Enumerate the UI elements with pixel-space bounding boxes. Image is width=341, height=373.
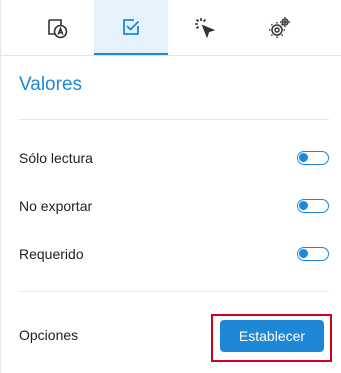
tab-checkbox[interactable]: [94, 0, 168, 55]
checkbox-icon: [123, 18, 140, 35]
tab-settings[interactable]: [242, 0, 316, 55]
readonly-label: Sólo lectura: [19, 150, 93, 166]
panel-tab-bar: [1, 0, 341, 56]
set-options-button[interactable]: Establecer: [220, 320, 324, 352]
toggle-knob: [299, 201, 308, 210]
divider: [19, 119, 329, 120]
divider: [19, 291, 329, 292]
required-label: Requerido: [19, 246, 84, 262]
text-field-icon: [48, 18, 68, 38]
toggle-knob: [299, 249, 308, 258]
readonly-toggle[interactable]: [297, 151, 329, 165]
no-export-label: No exportar: [19, 198, 93, 214]
tab-actions[interactable]: [168, 0, 242, 55]
settings-gears-icon: [269, 16, 290, 38]
no-export-toggle[interactable]: [297, 199, 329, 213]
toggle-knob: [299, 153, 308, 162]
required-toggle[interactable]: [297, 247, 329, 261]
tab-text-field[interactable]: [20, 0, 94, 55]
properties-panel: Valores Sólo lectura No exportar Requeri…: [0, 0, 341, 373]
section-title: Valores: [19, 74, 83, 95]
cursor-click-icon: [195, 17, 216, 38]
options-label: Opciones: [19, 327, 79, 343]
